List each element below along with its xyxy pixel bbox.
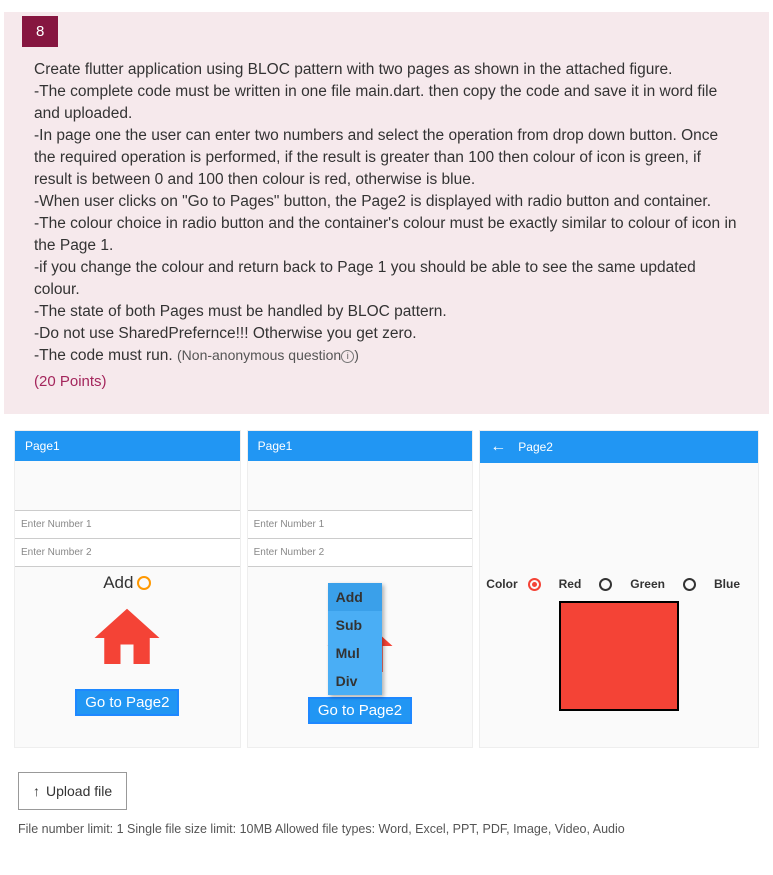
- question-number: 8: [22, 16, 58, 47]
- upload-arrow-icon: ↑: [33, 783, 40, 799]
- question-text: Create flutter application using BLOC pa…: [4, 59, 769, 396]
- operation-dropdown[interactable]: Add: [103, 573, 151, 593]
- enter-number-1[interactable]: Enter Number 1: [15, 510, 240, 539]
- dropdown-item-sub[interactable]: Sub: [328, 611, 382, 639]
- q-last-prefix: -The code must run.: [34, 347, 177, 364]
- radio-blue-label: Blue: [714, 577, 740, 591]
- dropdown-item-add[interactable]: Add: [328, 583, 382, 611]
- appbar-title: Page1: [258, 439, 293, 453]
- operation-dropdown-menu[interactable]: Add Sub Mul Div: [328, 583, 382, 695]
- upload-file-button[interactable]: ↑ Upload file: [18, 772, 127, 810]
- appbar-page1: Page1: [248, 431, 473, 461]
- mock-page1-dropdown: Page1 Enter Number 1 Enter Number 2 Go t…: [247, 430, 474, 748]
- home-icon: [88, 599, 166, 677]
- appbar-title: Page2: [518, 440, 553, 454]
- color-radio-row: Color Red Green Blue: [480, 571, 758, 591]
- q-line-last: -The code must run. (Non-anonymous quest…: [34, 345, 739, 367]
- enter-number-2[interactable]: Enter Number 2: [15, 538, 240, 567]
- question-block: 8 Create flutter application using BLOC …: [4, 12, 769, 414]
- appbar-title: Page1: [25, 439, 60, 453]
- q-line: -The state of both Pages must be handled…: [34, 301, 739, 323]
- q-line: -Do not use SharedPrefernce!!! Otherwise…: [34, 323, 739, 345]
- non-anonymous-label: (Non-anonymous questioni): [177, 347, 359, 363]
- mock-page1: Page1 Enter Number 1 Enter Number 2 Add …: [14, 430, 241, 748]
- appbar-page1: Page1: [15, 431, 240, 461]
- dropdown-value: Add: [103, 573, 133, 593]
- q-line: -When user clicks on "Go to Pages" butto…: [34, 191, 739, 213]
- q-line: Create flutter application using BLOC pa…: [34, 59, 739, 81]
- go-to-page2-button[interactable]: Go to Page2: [75, 689, 179, 716]
- figure-screenshots: Page1 Enter Number 1 Enter Number 2 Add …: [8, 424, 765, 754]
- enter-number-2[interactable]: Enter Number 2: [248, 538, 473, 567]
- radio-green-label: Green: [630, 577, 665, 591]
- mock-page2: ← Page2 Color Red Green Blue: [479, 430, 759, 748]
- upload-limits: File number limit: 1 Single file size li…: [4, 822, 769, 836]
- q-line: -The complete code must be written in on…: [34, 81, 739, 125]
- dropdown-item-mul[interactable]: Mul: [328, 639, 382, 667]
- upload-button-label: Upload file: [46, 783, 112, 799]
- appbar-page2: ← Page2: [480, 431, 758, 463]
- info-icon[interactable]: i: [341, 350, 354, 363]
- q-line: -The colour choice in radio button and t…: [34, 213, 739, 257]
- radio-red[interactable]: [528, 578, 541, 591]
- points-label: (20 Points): [34, 371, 739, 392]
- go-to-page2-button[interactable]: Go to Page2: [308, 697, 412, 724]
- radio-blue[interactable]: [683, 578, 696, 591]
- dropdown-item-div[interactable]: Div: [328, 667, 382, 695]
- enter-number-1[interactable]: Enter Number 1: [248, 510, 473, 539]
- q-line: -In page one the user can enter two numb…: [34, 125, 739, 191]
- color-container: [559, 601, 679, 711]
- q-line: -if you change the colour and return bac…: [34, 257, 739, 301]
- radio-green[interactable]: [599, 578, 612, 591]
- back-icon[interactable]: ←: [490, 439, 506, 455]
- radio-red-label: Red: [559, 577, 582, 591]
- color-label: Color: [486, 577, 517, 591]
- dropdown-chevron-icon: [137, 576, 151, 590]
